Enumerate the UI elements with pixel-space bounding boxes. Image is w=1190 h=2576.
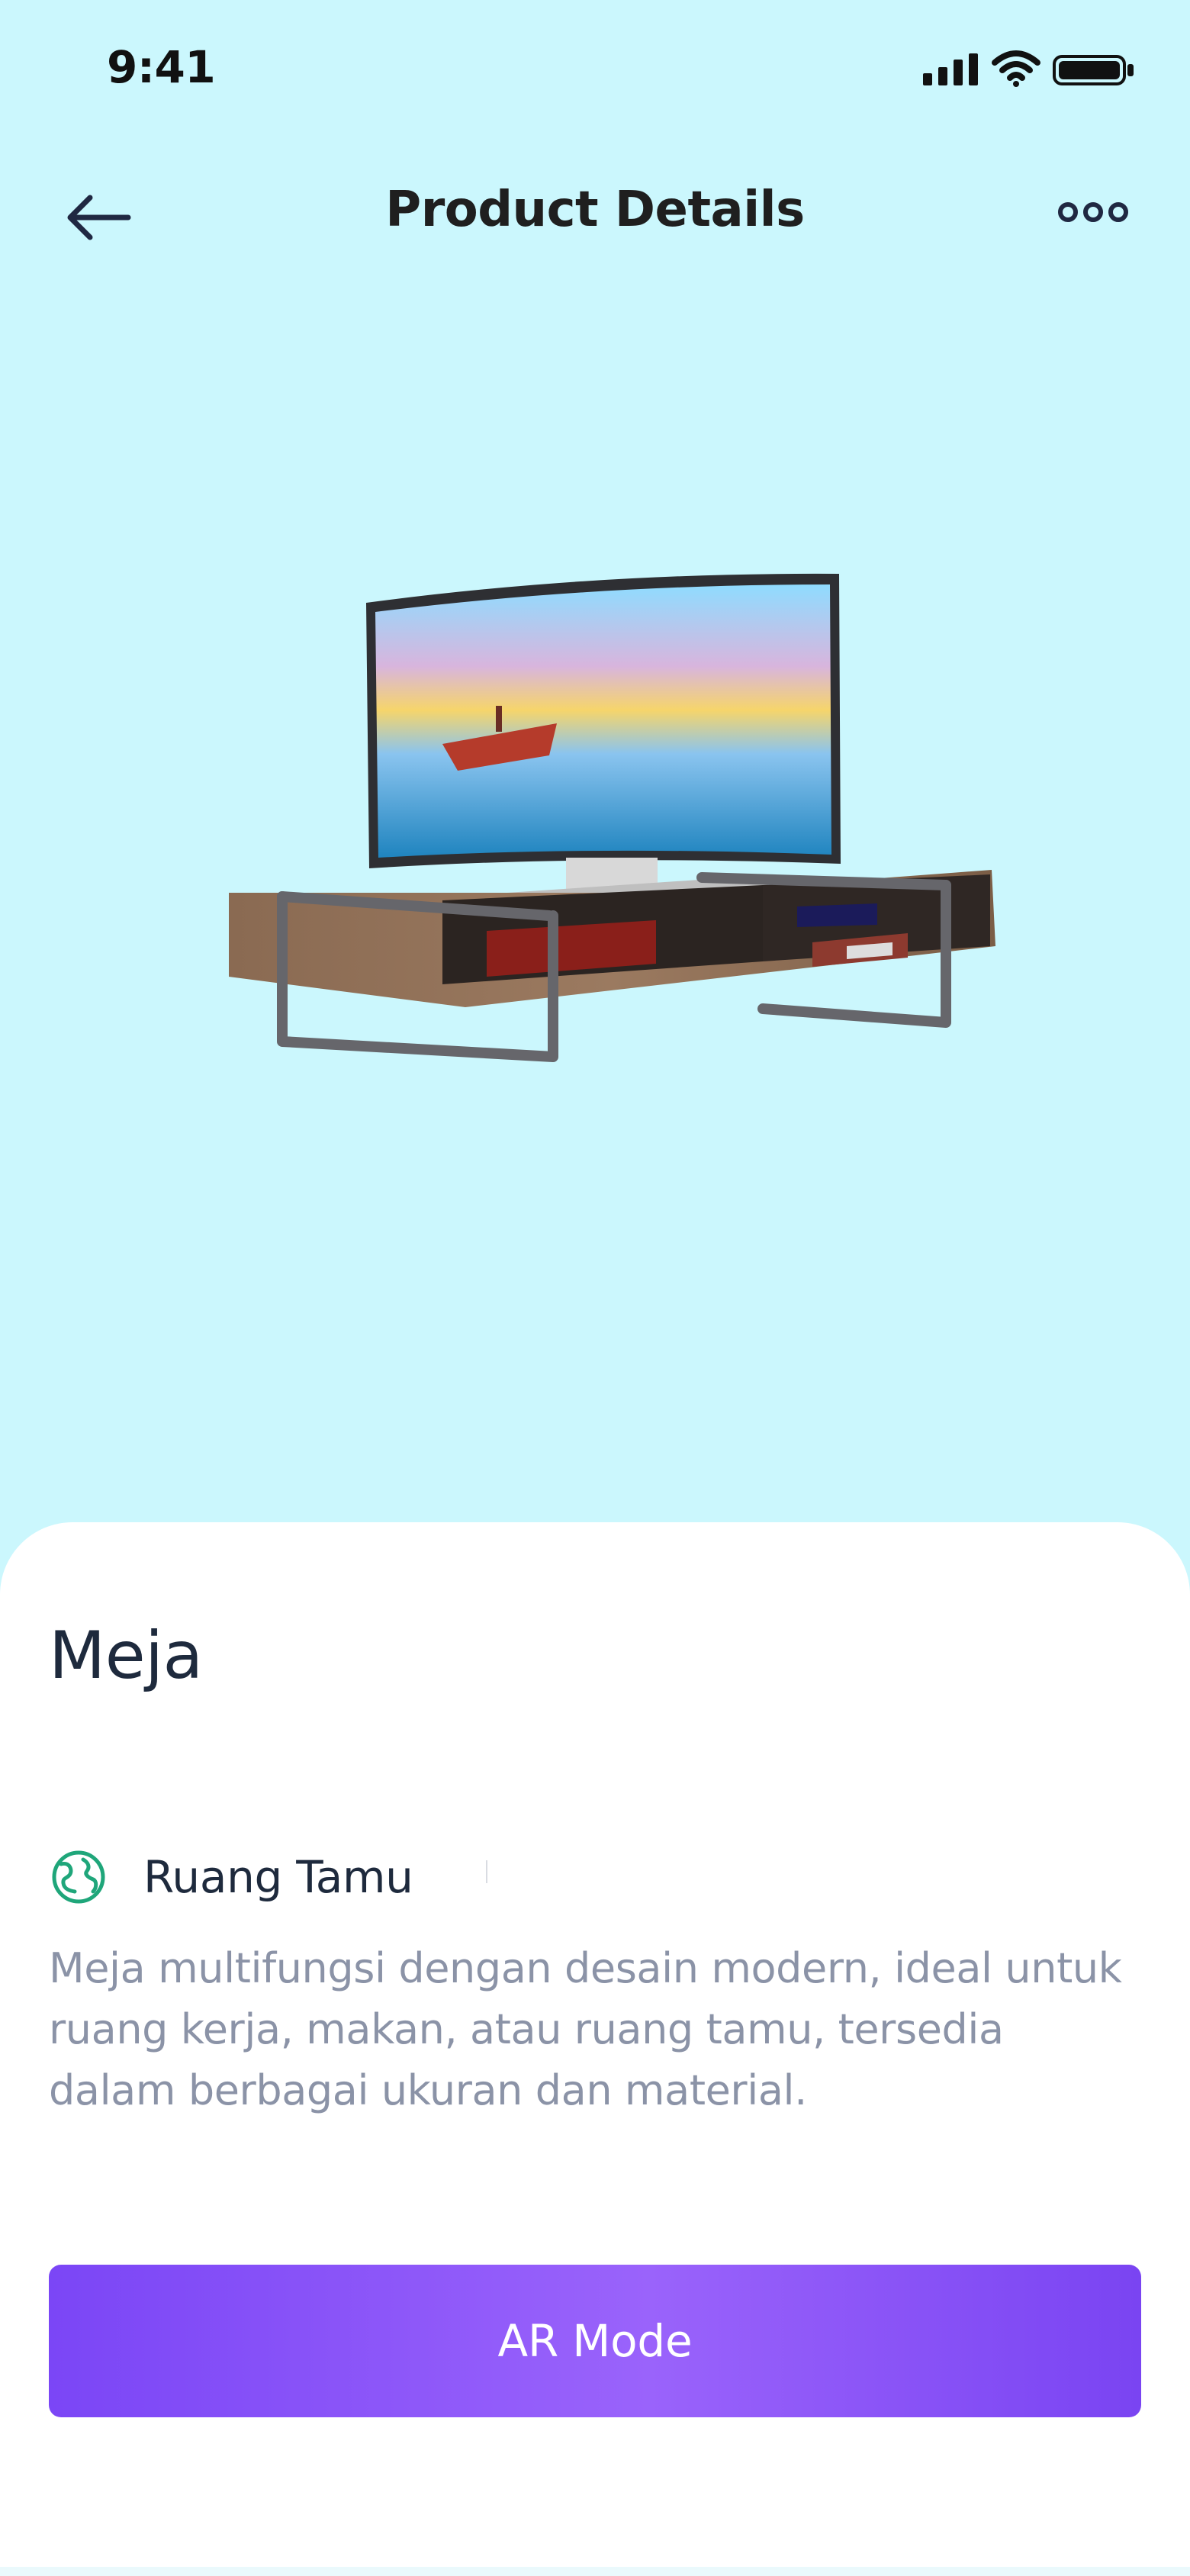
more-icon bbox=[1058, 202, 1128, 222]
bottom-strip bbox=[0, 2567, 1190, 2576]
battery-icon bbox=[1053, 55, 1134, 85]
page-title: Product Details bbox=[385, 182, 805, 238]
product-sheet: Meja Ruang Tamu Meja multifungsi dengan … bbox=[0, 1522, 1190, 2576]
globe-icon bbox=[49, 1847, 108, 1907]
room-divider bbox=[486, 1860, 487, 1883]
tv-screen bbox=[366, 573, 841, 868]
more-button[interactable] bbox=[1057, 189, 1129, 235]
room-row: Ruang Tamu bbox=[49, 1843, 522, 1911]
product-description: Meja multifungsi dengan desain modern, i… bbox=[49, 1944, 1122, 2114]
wifi-icon bbox=[992, 50, 1040, 87]
status-icons bbox=[923, 50, 1144, 89]
status-bar: 9:41 bbox=[0, 0, 1190, 145]
product-image bbox=[229, 534, 1007, 1160]
status-icons-svg bbox=[923, 50, 1134, 87]
navigation-bar: Product Details bbox=[0, 160, 1190, 267]
product-name: Meja bbox=[49, 1618, 203, 1694]
tv-stand-illustration bbox=[229, 573, 995, 1062]
globe-icon-svg bbox=[52, 1850, 105, 1904]
status-time: 9:41 bbox=[107, 41, 216, 93]
signal-icon bbox=[923, 53, 978, 85]
ar-mode-button[interactable]: AR Mode bbox=[49, 2265, 1141, 2417]
room-label: Ruang Tamu bbox=[143, 1851, 413, 1903]
